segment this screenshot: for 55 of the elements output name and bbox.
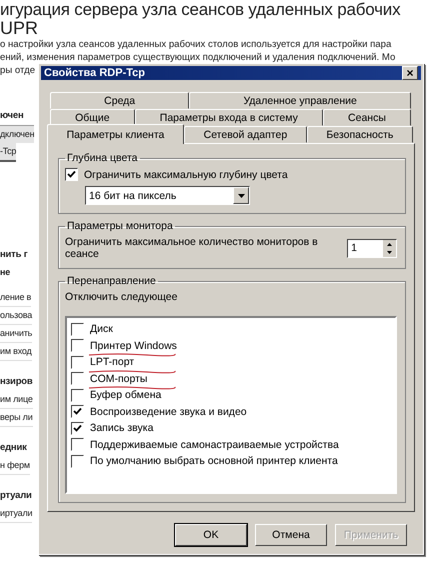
section-heading: едник [0,441,27,455]
tab[interactable]: Параметры входа в систему [134,109,323,126]
checkbox-label: COM-порты [90,372,148,385]
page-title: игурация сервера узла сеансов удаленных рабочих [0,0,400,19]
redirection-label: Отключить следующее [65,291,178,303]
group-title: Глубина цвета [66,152,139,164]
table-header: дключен [0,125,34,143]
group-title: Перенаправление [66,275,157,287]
list-text: ление в [0,289,32,307]
tab[interactable]: Параметры клиента [47,124,184,144]
description-text: ений, изменения параметров существующих подключений и удаления подключений. Мо [0,51,396,64]
list-text: им вход [0,343,32,361]
window-title: Свойства RDP-Tcp [44,67,145,79]
section-heading: нить г [0,248,28,262]
checkbox-label: Диск [90,323,113,336]
dialog-button[interactable]: Отмена [255,524,327,546]
checkbox-label: Запись звука [90,422,154,434]
checkbox[interactable] [71,388,84,402]
checkbox-label: По умолчанию выбрать основной принтер клиента [90,455,338,468]
list-text: не [0,266,10,279]
checkbox[interactable] [65,168,78,181]
monitor-count-spinner[interactable]: 1 [347,238,397,258]
tab[interactable]: Сетевой адаптер [184,126,307,143]
description-text: ры отде [0,64,36,77]
checkbox-label: Принтер Windows [90,340,177,352]
checkbox[interactable] [71,422,84,435]
checkbox-label: Буфер обмена [90,389,162,402]
list-text: иртуали [0,505,32,523]
checkbox-label: Воспроизведение звука и видео [90,406,247,418]
section-heading: нзиров [0,375,33,389]
checkbox[interactable] [71,322,84,336]
checkbox-label: LPT-порт [90,356,134,368]
checkbox-label: Поддерживаемые самонастраиваемые устройства [90,438,339,451]
dialog-button[interactable]: OK [175,524,247,546]
list-text: ользова [0,307,32,325]
list-text: аничить [0,325,32,343]
checkbox-label: Ограничить максимальную глубину цвета [84,168,288,180]
tab[interactable]: Среда [50,92,190,109]
color-depth-select[interactable]: 16 бит на пиксель [85,186,250,205]
close-button[interactable]: × [402,66,418,80]
list-text: веры ли [0,409,33,427]
monitor-limit-label: Ограничить максимальное количество мониторов в сеансе [65,236,319,260]
list-text: н ферм [0,457,30,475]
section-heading: ртуали [0,489,32,503]
tab[interactable]: Удаленное управление [189,92,411,109]
tab[interactable]: Безопасность [306,126,414,143]
description-text: о настройки узла сеансов удаленных рабочих столов используется для настройки пара [0,38,392,51]
list-text: им лице [0,391,33,409]
section-heading: ючен [0,109,24,123]
page-subtitle: UPR [0,19,38,38]
tab[interactable]: Сеансы [322,109,411,126]
checkmark-icon [67,170,76,179]
checkbox[interactable] [71,356,84,369]
table-cell: -Tcp [0,143,16,162]
group-title: Параметры монитора [66,220,174,232]
